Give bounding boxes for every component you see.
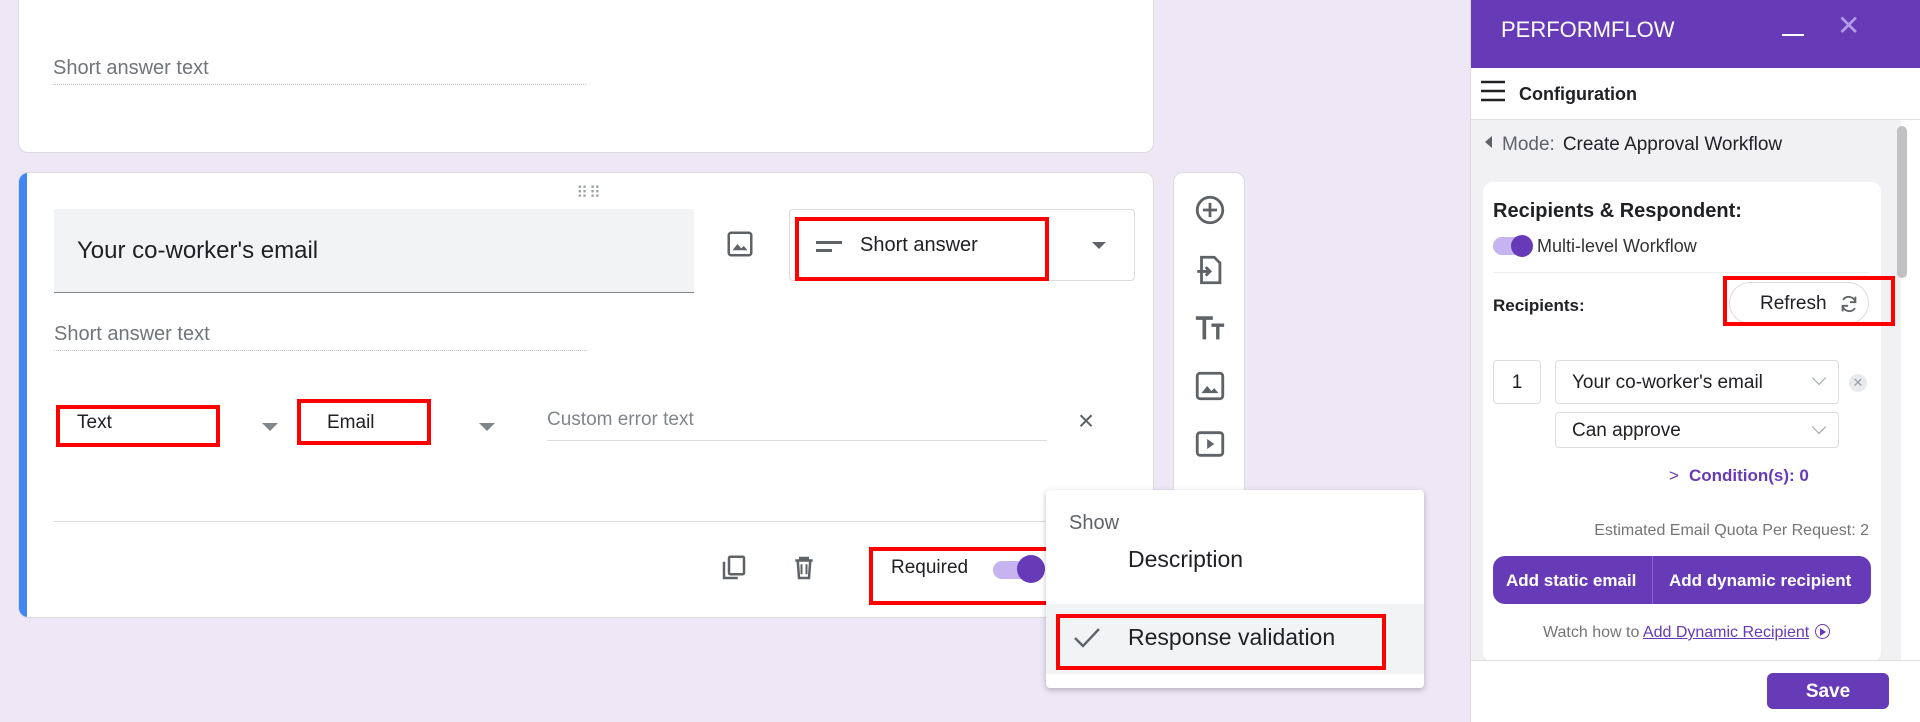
panel-footer: Save — [1471, 660, 1920, 722]
custom-error-input[interactable]: Custom error text — [547, 409, 1047, 441]
duplicate-icon[interactable] — [719, 551, 749, 585]
recipient-field-select[interactable]: Your co-worker's email — [1555, 360, 1839, 404]
chevron-down-icon[interactable] — [479, 423, 495, 431]
panel-header: PERFORMFLOW ✕ — [1471, 0, 1920, 68]
previous-question-card: — — — — — — — — — — — — — — — — — — — — … — [18, 0, 1154, 153]
panel-body: Mode: Create Approval Workflow Recipients… — [1471, 120, 1901, 662]
recipient-permission-select[interactable]: Can approve — [1555, 412, 1839, 448]
answer-placeholder: Short answer text — [54, 321, 587, 351]
more-options-menu: Show Description Response validation — [1046, 490, 1424, 688]
mode-selector[interactable]: Mode: Create Approval Workflow — [1485, 134, 1782, 156]
chevron-down-icon — [1811, 419, 1827, 435]
play-icon[interactable] — [1815, 624, 1831, 639]
chevron-down-icon[interactable] — [262, 423, 278, 431]
question-card[interactable]: ⠿⠿ Your co-worker's email Short answer S… — [18, 172, 1154, 618]
save-button[interactable]: Save — [1767, 673, 1889, 709]
highlight-box-validation-rule — [297, 399, 431, 445]
configuration-row: Configuration — [1471, 68, 1920, 120]
card-divider — [54, 521, 1134, 522]
add-image-icon[interactable] — [725, 229, 755, 259]
panel-scrollbar[interactable] — [1896, 124, 1908, 660]
separator — [1493, 272, 1869, 273]
add-image-icon[interactable] — [1193, 369, 1227, 403]
drag-handle-icon[interactable]: ⠿⠿ — [574, 183, 604, 202]
conditions-toggle[interactable]: > Condition(s): 0 — [1669, 466, 1809, 486]
import-questions-icon[interactable] — [1193, 253, 1227, 287]
chevron-down-icon — [1092, 242, 1106, 249]
watch-tutorial-text: Watch how to Add Dynamic Recipient — [1543, 624, 1831, 642]
add-title-icon[interactable] — [1193, 311, 1227, 345]
recipients-respondent-title: Recipients & Respondent: — [1493, 200, 1742, 222]
highlight-box-response-validation — [1056, 614, 1386, 670]
minimize-icon[interactable] — [1782, 22, 1804, 36]
caret-left-icon — [1485, 136, 1492, 148]
menu-icon[interactable] — [1479, 78, 1507, 104]
performflow-panel: PERFORMFLOW ✕ Configuration Mode: Create … — [1470, 0, 1920, 722]
close-icon[interactable]: × — [1073, 407, 1099, 435]
multilevel-label: Multi-level Workflow — [1537, 236, 1697, 256]
highlight-box-refresh — [1723, 276, 1895, 326]
remove-recipient-icon[interactable]: ✕ — [1849, 374, 1867, 392]
email-quota-text: Estimated Email Quota Per Request: 2 — [1594, 522, 1869, 539]
close-icon[interactable]: ✕ — [1837, 12, 1867, 42]
add-static-email-button[interactable]: Add static email — [1493, 556, 1653, 604]
highlight-box-required — [869, 547, 1065, 605]
question-title-input[interactable]: Your co-worker's email — [54, 209, 694, 293]
chevron-right-icon: > — [1669, 466, 1679, 485]
panel-title: PERFORMFLOW — [1501, 17, 1675, 42]
previous-question-text-fragment: — — — — — — — — — — — — — — — — — — — — … — [53, 0, 1113, 3]
short-answer-placeholder: Short answer text — [53, 55, 586, 85]
question-toolbar — [1173, 172, 1245, 504]
add-video-icon[interactable] — [1193, 427, 1227, 461]
recipients-card: Recipients & Respondent: Multi-level Wor… — [1483, 182, 1895, 662]
delete-icon[interactable] — [789, 551, 819, 585]
highlight-box-question-type — [795, 217, 1049, 281]
add-dynamic-recipient-button[interactable]: Add dynamic recipient — [1653, 556, 1871, 604]
configuration-label: Configuration — [1519, 84, 1637, 104]
chevron-down-icon — [1811, 370, 1827, 386]
add-dynamic-recipient-link[interactable]: Add Dynamic Recipient — [1643, 624, 1809, 641]
scrollbar-thumb[interactable] — [1897, 126, 1907, 278]
recipients-label: Recipients: — [1493, 296, 1585, 315]
highlight-box-validation-type — [56, 405, 220, 447]
active-card-indicator — [19, 173, 27, 617]
multilevel-toggle[interactable] — [1493, 235, 1533, 257]
recipient-index: 1 — [1493, 360, 1541, 404]
add-question-icon[interactable] — [1193, 193, 1227, 227]
add-recipient-button-group: Add static email Add dynamic recipient — [1493, 556, 1871, 604]
menu-item-description[interactable]: Description — [1046, 526, 1424, 596]
